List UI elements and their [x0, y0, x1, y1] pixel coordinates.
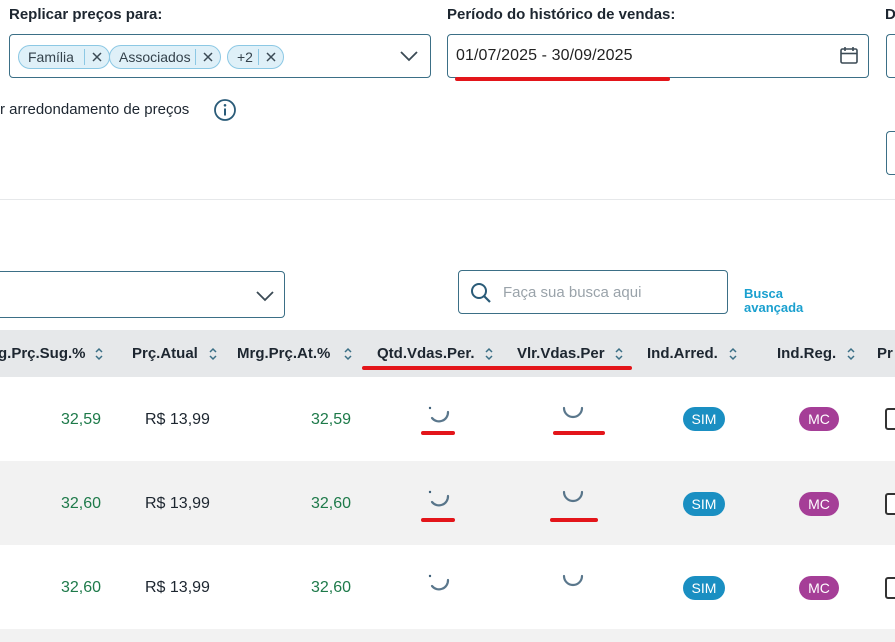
calendar-icon[interactable] [839, 45, 859, 65]
row-checkbox[interactable] [885, 408, 895, 430]
status-badge-sim: SIM [683, 576, 725, 600]
chip-label: +2 [237, 49, 253, 65]
advanced-search-line1: Busca [744, 286, 784, 301]
replicate-prices-label: Replicar preços para: [9, 6, 163, 23]
column-header-ind-reg[interactable]: Ind.Reg. [777, 345, 836, 362]
status-badge-mc: MC [799, 492, 839, 516]
search-icon [471, 283, 491, 303]
table-row[interactable]: 32,60 R$ 13,99 32,60 SIM MC [0, 545, 895, 629]
cell-mrg-prc-sug: 32,60 [61, 495, 102, 512]
filter-select[interactable] [0, 271, 285, 318]
chip-divider [195, 49, 196, 65]
chip-label: Associados [119, 49, 191, 65]
chevron-down-icon[interactable] [256, 290, 274, 302]
close-icon[interactable] [201, 50, 215, 64]
close-icon[interactable] [264, 50, 278, 64]
column-header-partial[interactable]: Pr [877, 345, 893, 362]
sort-icon[interactable] [846, 346, 856, 362]
loading-spinner-icon [428, 574, 450, 591]
chip-divider [258, 49, 259, 65]
column-header-vlr-vdas-per[interactable]: Vlr.Vdas.Per [517, 345, 605, 362]
close-icon[interactable] [90, 50, 104, 64]
sort-icon[interactable] [343, 346, 353, 362]
status-badge-sim: SIM [683, 407, 725, 431]
chip-more: +2 [227, 45, 284, 69]
sort-icon[interactable] [484, 346, 494, 362]
chip-divider [84, 49, 85, 65]
highlight-underline [455, 77, 670, 81]
advanced-search-link[interactable]: Busca avançada [744, 287, 803, 315]
rounding-toggle-label: r arredondamento de preços [0, 101, 190, 118]
info-icon[interactable] [213, 98, 237, 122]
highlight-underline [553, 431, 605, 435]
section-divider [0, 199, 895, 200]
column-header-ind-arred[interactable]: Ind.Arred. [647, 345, 718, 362]
column-header-prc-atual[interactable]: Prç.Atual [132, 345, 198, 362]
chip-familia: Família [18, 45, 110, 69]
sort-icon[interactable] [208, 346, 218, 362]
status-badge-sim: SIM [683, 492, 725, 516]
highlight-underline [362, 366, 632, 370]
third-filter-label: D [885, 6, 895, 23]
table-row[interactable]: 32,59 R$ 13,99 32,59 SIM MC [0, 377, 895, 461]
status-badge-mc: MC [799, 576, 839, 600]
cell-prc-atual: R$ 13,99 [145, 579, 210, 596]
sales-period-label: Período do histórico de vendas: [447, 6, 676, 23]
highlight-underline [550, 518, 598, 522]
column-header-mrg-prc-sug[interactable]: g.Prç.Sug.% [0, 345, 86, 362]
cell-prc-atual: R$ 13,99 [145, 411, 210, 428]
search-placeholder: Faça sua busca aqui [503, 284, 642, 301]
chip-associados: Associados [109, 45, 221, 69]
status-badge-mc: MC [799, 407, 839, 431]
chip-label: Família [28, 49, 74, 65]
table-row[interactable]: 32,60 R$ 13,99 32,60 SIM MC [0, 461, 895, 545]
table-row[interactable] [0, 629, 895, 642]
sort-icon[interactable] [728, 346, 738, 362]
cell-mrg-prc-sug: 32,60 [61, 579, 102, 596]
row-checkbox[interactable] [885, 493, 895, 515]
row-checkbox[interactable] [885, 577, 895, 599]
third-filter-field[interactable] [886, 34, 895, 78]
advanced-search-line2: avançada [744, 300, 804, 315]
search-input[interactable]: Faça sua busca aqui [458, 270, 728, 314]
cell-prc-atual: R$ 13,99 [145, 495, 210, 512]
sales-period-date-field[interactable]: 01/07/2025 - 30/09/2025 [447, 34, 869, 78]
loading-spinner-icon [428, 490, 450, 507]
loading-spinner-icon [562, 574, 584, 587]
cell-mrg-prc-atual: 32,60 [311, 495, 352, 512]
loading-spinner-icon [428, 406, 450, 423]
sort-icon[interactable] [614, 346, 624, 362]
cell-mrg-prc-atual: 32,59 [311, 411, 352, 428]
cell-mrg-prc-sug: 32,59 [61, 411, 102, 428]
replicate-prices-multiselect[interactable]: Família Associados +2 [9, 34, 431, 78]
loading-spinner-icon [562, 406, 584, 419]
chevron-down-icon[interactable] [400, 50, 418, 62]
highlight-underline [421, 431, 455, 435]
highlight-underline [421, 518, 455, 522]
sort-icon[interactable] [94, 346, 104, 362]
action-button-partial[interactable] [886, 131, 895, 175]
loading-spinner-icon [562, 490, 584, 503]
column-header-mrg-prc-at[interactable]: Mrg.Prç.At.% [237, 345, 330, 362]
cell-mrg-prc-atual: 32,60 [311, 579, 352, 596]
column-header-qtd-vdas-per[interactable]: Qtd.Vdas.Per. [377, 345, 475, 362]
date-range-value: 01/07/2025 - 30/09/2025 [456, 47, 633, 64]
